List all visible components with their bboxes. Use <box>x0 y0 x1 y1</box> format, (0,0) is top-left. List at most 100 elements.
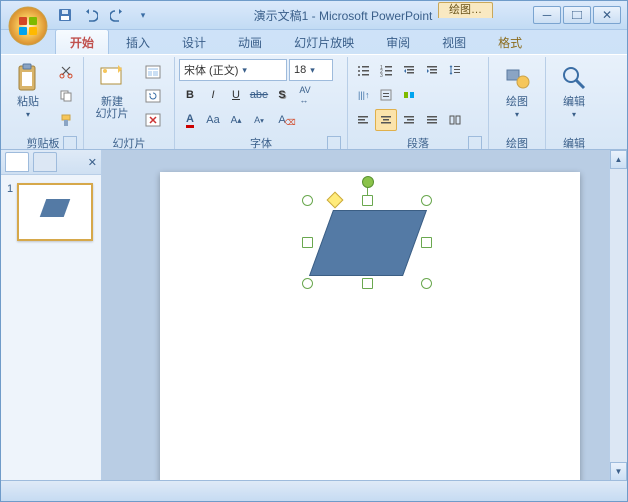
svg-text:|||↑: |||↑ <box>358 90 370 100</box>
editing-button[interactable]: 编辑▾ <box>550 59 598 124</box>
bullets-button[interactable] <box>352 59 374 81</box>
window-controls: ─ ✕ <box>533 6 621 24</box>
align-left-button[interactable] <box>352 109 374 131</box>
svg-text:3: 3 <box>380 73 383 77</box>
paste-button[interactable]: 粘贴▾ <box>7 59 49 124</box>
pane-close-icon[interactable]: ✕ <box>88 156 97 169</box>
copy-icon[interactable] <box>55 85 77 107</box>
columns-button[interactable] <box>444 109 466 131</box>
save-icon[interactable] <box>55 5 75 25</box>
resize-handle-t[interactable] <box>362 195 373 206</box>
vertical-scrollbar[interactable]: ▲ ▼ <box>609 150 627 481</box>
office-button[interactable] <box>7 5 49 47</box>
slide-thumbnail-pane: ✕ 1 <box>1 150 102 481</box>
editing-label: 编辑 <box>563 96 585 108</box>
bold-button[interactable]: B <box>179 84 201 106</box>
font-size-combo[interactable]: 18▾ <box>289 59 333 81</box>
decrease-indent-button[interactable] <box>398 59 420 81</box>
group-clipboard: 粘贴▾ 剪贴板 <box>3 57 84 151</box>
ribbon-tabs: 开始 插入 设计 动画 幻灯片放映 审阅 视图 格式 <box>1 30 627 54</box>
font-launcher[interactable] <box>327 136 341 150</box>
align-text-button[interactable] <box>375 84 397 106</box>
group-drawing: 绘图▾ 绘图 <box>489 57 546 151</box>
italic-button[interactable]: I <box>202 84 224 106</box>
line-spacing-button[interactable] <box>444 59 466 81</box>
grow-font-button[interactable]: A▴ <box>225 109 247 131</box>
format-painter-icon[interactable] <box>55 109 77 131</box>
thumb-preview <box>17 183 93 241</box>
cut-icon[interactable] <box>55 61 77 83</box>
tab-slideshow[interactable]: 幻灯片放映 <box>279 29 369 54</box>
clipboard-launcher[interactable] <box>63 136 77 150</box>
new-slide-label: 新建 幻灯片 <box>96 96 129 120</box>
clear-format-button[interactable]: A⌫ <box>271 109 293 131</box>
tab-format[interactable]: 格式 <box>483 29 537 54</box>
layout-icon[interactable] <box>142 61 164 83</box>
scroll-down-icon[interactable]: ▼ <box>610 462 627 481</box>
work-area: ✕ 1 <box>1 149 627 481</box>
contextual-tab-header: 绘图… <box>438 2 493 18</box>
paste-label: 粘贴 <box>17 96 39 108</box>
change-case-button[interactable]: Aa <box>202 109 224 131</box>
delete-slide-icon[interactable] <box>142 109 164 131</box>
tab-review[interactable]: 审阅 <box>371 29 425 54</box>
app-window: ▾ 演示文稿1 - Microsoft PowerPoint 绘图… ─ ✕ 开… <box>0 0 628 502</box>
drawing-label: 绘图 <box>506 96 528 108</box>
group-font: 宋体 (正文)▾ 18▾ B I U abe S AV↔ A Aa A▴ A▾ … <box>175 57 348 151</box>
text-direction-button[interactable]: |||↑ <box>352 84 374 106</box>
status-bar <box>1 480 627 501</box>
resize-handle-tl[interactable] <box>302 195 313 206</box>
close-button[interactable]: ✕ <box>593 6 621 24</box>
new-slide-button[interactable]: 新建 幻灯片 <box>88 59 136 123</box>
tab-view[interactable]: 视图 <box>427 29 481 54</box>
slide-edit-area[interactable]: ▲ ▼ <box>102 150 627 481</box>
tab-design[interactable]: 设计 <box>167 29 221 54</box>
resize-handle-b[interactable] <box>362 278 373 289</box>
resize-handle-tr[interactable] <box>421 195 432 206</box>
convert-smartart-button[interactable] <box>398 84 420 106</box>
reset-icon[interactable] <box>142 85 164 107</box>
minimize-button[interactable]: ─ <box>533 6 561 24</box>
title-bar: ▾ 演示文稿1 - Microsoft PowerPoint 绘图… ─ ✕ <box>1 1 627 30</box>
quick-access-toolbar: ▾ <box>55 5 153 25</box>
rotation-handle[interactable] <box>362 176 374 188</box>
shape-selection[interactable] <box>307 200 427 284</box>
outline-tab[interactable] <box>33 152 57 172</box>
thumb-number: 1 <box>7 183 13 241</box>
tab-insert[interactable]: 插入 <box>111 29 165 54</box>
slide-canvas[interactable] <box>160 172 580 481</box>
tab-animations[interactable]: 动画 <box>223 29 277 54</box>
group-paragraph: 123 |||↑ 段落 <box>348 57 489 151</box>
pane-tabs: ✕ <box>1 150 101 175</box>
paragraph-launcher[interactable] <box>468 136 482 150</box>
strikethrough-button[interactable]: abe <box>248 84 270 106</box>
redo-icon[interactable] <box>107 5 127 25</box>
justify-button[interactable] <box>421 109 443 131</box>
tab-home[interactable]: 开始 <box>55 29 109 54</box>
font-name-combo[interactable]: 宋体 (正文)▾ <box>179 59 287 81</box>
font-name-value: 宋体 (正文) <box>184 62 238 78</box>
slides-tab[interactable] <box>5 152 29 172</box>
undo-icon[interactable] <box>81 5 101 25</box>
maximize-button[interactable] <box>563 6 591 24</box>
group-slides: 新建 幻灯片 幻灯片 <box>84 57 175 151</box>
thumb-shape-icon <box>40 199 71 217</box>
resize-handle-br[interactable] <box>421 278 432 289</box>
font-color-button[interactable]: A <box>179 109 201 131</box>
resize-handle-bl[interactable] <box>302 278 313 289</box>
slide-thumbnail-1[interactable]: 1 <box>7 183 95 241</box>
resize-handle-r[interactable] <box>421 237 432 248</box>
char-spacing-button[interactable]: AV↔ <box>294 84 316 106</box>
increase-indent-button[interactable] <box>421 59 443 81</box>
align-right-button[interactable] <box>398 109 420 131</box>
align-center-button[interactable] <box>375 109 397 131</box>
shadow-button[interactable]: S <box>271 84 293 106</box>
drawing-button[interactable]: 绘图▾ <box>493 59 541 124</box>
underline-button[interactable]: U <box>225 84 247 106</box>
resize-handle-l[interactable] <box>302 237 313 248</box>
qat-customize-icon[interactable]: ▾ <box>133 5 153 25</box>
scroll-up-icon[interactable]: ▲ <box>610 150 627 169</box>
numbering-button[interactable]: 123 <box>375 59 397 81</box>
ribbon: 粘贴▾ 剪贴板 新建 幻灯片 <box>1 54 627 152</box>
shrink-font-button[interactable]: A▾ <box>248 109 270 131</box>
